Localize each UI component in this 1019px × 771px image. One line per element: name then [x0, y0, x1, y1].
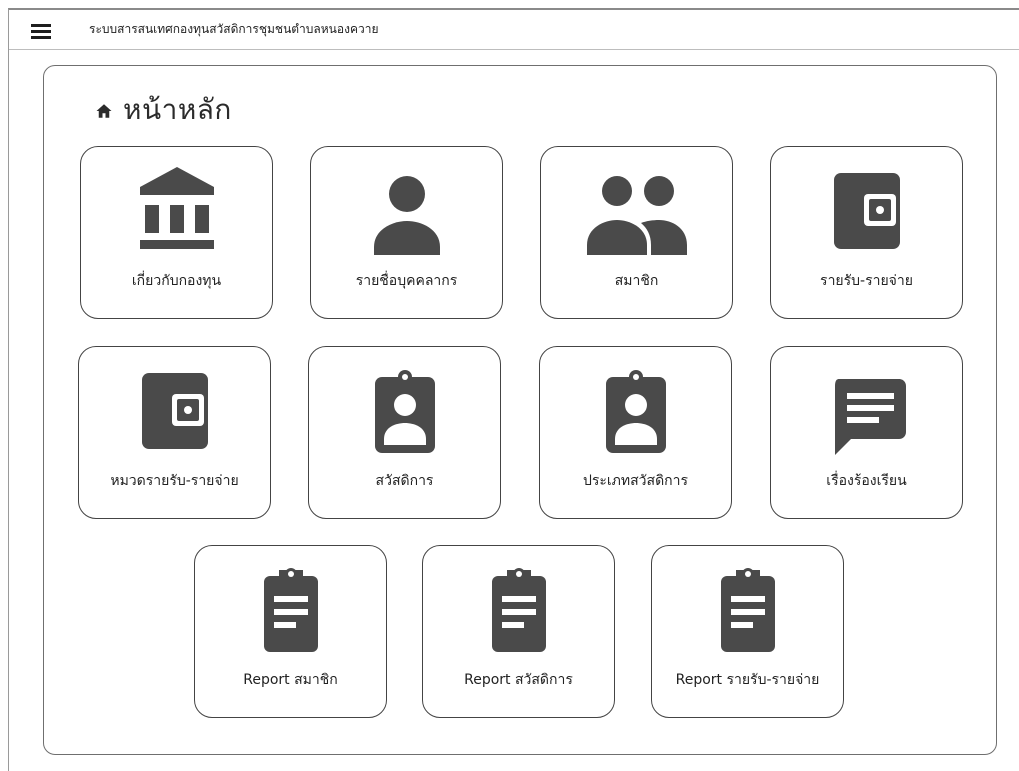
clipboard-icon: [491, 568, 546, 652]
tile-label: หมวดรายรับ-รายจ่าย: [110, 473, 239, 489]
tile-report-welfare[interactable]: Report สวัสดิการ: [422, 545, 615, 718]
tile-label: Report สมาชิก: [243, 672, 338, 688]
person-icon: [373, 176, 440, 255]
tile-about-fund[interactable]: เกี่ยวกับกองทุน: [80, 146, 273, 319]
tile-income-expense[interactable]: รายรับ-รายจ่าย: [770, 146, 963, 319]
tile-label: สวัสดิการ: [375, 473, 434, 489]
tile-report-members[interactable]: Report สมาชิก: [194, 545, 387, 718]
app-title: ระบบสารสนเทศกองทุนสวัสดิการชุมชนตำบลหนอง…: [89, 22, 379, 36]
tile-staff-list[interactable]: รายชื่อบุคคลากร: [310, 146, 503, 319]
tile-label: เรื่องร้องเรียน: [826, 473, 907, 489]
top-bar: ระบบสารสนเทศกองทุนสวัสดิการชุมชนตำบลหนอง…: [9, 10, 1019, 50]
clipboard-icon: [263, 568, 318, 652]
tile-report-income-expense[interactable]: Report รายรับ-รายจ่าย: [651, 545, 844, 718]
tile-welfare[interactable]: สวัสดิการ: [308, 346, 501, 519]
bank-icon: [139, 167, 214, 249]
tile-members[interactable]: สมาชิก: [540, 146, 733, 319]
tile-label: สมาชิก: [614, 273, 659, 289]
clipboard-icon: [720, 568, 775, 652]
hamburger-menu-icon[interactable]: [31, 23, 53, 39]
tile-label: เกี่ยวกับกองทุน: [131, 273, 222, 289]
badge-icon: [374, 370, 435, 453]
tile-complaints[interactable]: เรื่องร้องเรียน: [770, 346, 963, 519]
tile-welfare-type[interactable]: ประเภทสวัสดิการ: [539, 346, 732, 519]
badge-icon: [605, 370, 666, 453]
tile-label: รายชื่อบุคคลากร: [355, 273, 458, 289]
wallet-icon: [141, 373, 208, 449]
tile-income-expense-category[interactable]: หมวดรายรับ-รายจ่าย: [78, 346, 271, 519]
tile-label: รายรับ-รายจ่าย: [820, 273, 913, 289]
wallet-icon: [833, 173, 900, 249]
chat-icon: [834, 379, 906, 455]
page-heading: หน้าหลัก: [95, 92, 232, 128]
people-icon: [586, 176, 687, 255]
tile-label: Report รายรับ-รายจ่าย: [675, 672, 820, 688]
page-title: หน้าหลัก: [123, 93, 232, 126]
tile-label: ประเภทสวัสดิการ: [582, 473, 689, 489]
tile-label: Report สวัสดิการ: [464, 672, 573, 688]
home-icon: [96, 104, 112, 118]
